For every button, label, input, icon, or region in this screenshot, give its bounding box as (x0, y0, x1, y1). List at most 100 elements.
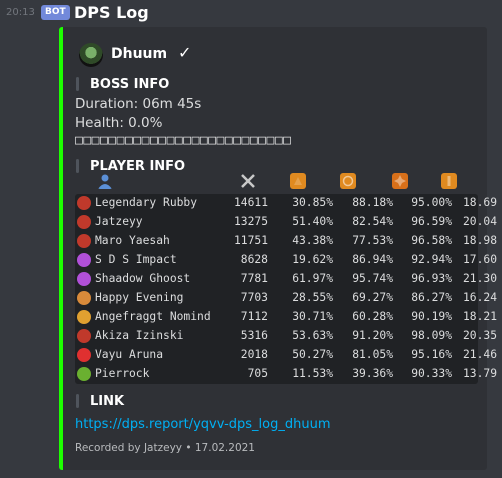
player-stat-1: 30.71% (292, 310, 333, 323)
player-stat-1: 19.62% (292, 253, 333, 266)
player-stat-2: 39.36% (352, 367, 393, 380)
player-name: S D S Impact (95, 253, 177, 266)
table-row: Vayu Aruna 2018 50.27% 81.05% 95.16% 21.46 (75, 346, 497, 365)
shield-icon (340, 173, 356, 189)
player-stat-4: 17.60 (462, 253, 497, 266)
player-dps: 705 (247, 367, 268, 380)
boss-duration: Duration: 06m 45s (75, 96, 202, 112)
player-stat-4: 20.35 (462, 329, 497, 342)
message-author[interactable]: DPS Log (74, 3, 149, 22)
embed-author-name: Dhuum (111, 46, 168, 62)
player-stat-4: 21.30 (462, 272, 497, 285)
player-stat-2: 91.20% (352, 329, 393, 342)
table-row: Jatzeyy 13275 51.40% 82.54% 96.59% 20.04 (75, 213, 497, 232)
player-dps: 14611 (233, 196, 268, 209)
player-stat-4: 20.04 (462, 215, 497, 228)
boss-health: Health: 0.0% (75, 115, 163, 131)
player-name: Vayu Aruna (95, 348, 164, 361)
player-dps: 7112 (240, 310, 268, 323)
player-name: Jatzeyy (95, 215, 143, 228)
player-stat-4: 18.21 (462, 310, 497, 323)
profession-icon (77, 234, 91, 248)
player-stat-2: 81.05% (352, 348, 393, 361)
player-stat-1: 61.97% (292, 272, 333, 285)
player-stat-3: 96.93% (411, 272, 452, 285)
embed-footer: Recorded by Jatzeyy • 17.02.2021 (75, 442, 255, 454)
player-stat-3: 95.16% (411, 348, 452, 361)
health-boxes: □□□□□□□□□□□□□□□□□□□□□□□□□□ (75, 133, 292, 148)
player-dps: 7781 (240, 272, 268, 285)
player-name: Legendary Rubby (95, 196, 198, 209)
burst-icon (392, 173, 408, 189)
player-stat-3: 95.00% (411, 196, 452, 209)
player-stat-4: 16.24 (462, 291, 497, 304)
player-stat-3: 98.09% (411, 329, 452, 342)
player-stat-1: 30.85% (292, 196, 333, 209)
player-name: Shaadow Ghoost (95, 272, 191, 285)
player-table: Legendary Rubby 14611 30.85% 88.18% 95.00% 18… (75, 194, 497, 384)
table-row: Happy Evening 7703 28.55% 69.27% 86.27% 16.24 (75, 289, 497, 308)
player-stat-3: 90.33% (411, 367, 452, 380)
speed-icon (290, 173, 306, 189)
player-stat-1: 50.27% (292, 348, 333, 361)
table-row: Legendary Rubby 14611 30.85% 88.18% 95.00% 18… (75, 194, 497, 213)
player-name: Happy Evening (95, 291, 184, 304)
player-stat-4: 21.46 (462, 348, 497, 361)
player-name: Angefraggt Nomind (95, 310, 211, 323)
player-stat-2: 82.54% (352, 215, 393, 228)
message-header: 20:13 BOT DPS Log (0, 0, 502, 28)
player-name: Maro Yaesah (95, 234, 170, 247)
profession-icon (77, 310, 91, 324)
profession-icon (77, 215, 91, 229)
player-stat-3: 96.58% (411, 234, 452, 247)
player-stat-1: 11.53% (292, 367, 333, 380)
profession-icon (77, 329, 91, 343)
player-dps: 13275 (233, 215, 268, 228)
player-dps: 2018 (240, 348, 268, 361)
check-icon: ✓ (178, 43, 192, 62)
boss-avatar-icon (79, 43, 103, 67)
link-bar (76, 394, 79, 408)
table-row: Shaadow Ghoost 7781 61.97% 95.74% 96.93% 21.3… (75, 270, 497, 289)
player-stat-1: 51.40% (292, 215, 333, 228)
player-stat-2: 86.94% (352, 253, 393, 266)
boss-info-title: BOSS INFO (90, 77, 170, 92)
link-title: LINK (90, 394, 125, 409)
player-stat-1: 28.55% (292, 291, 333, 304)
bot-tag: BOT (41, 5, 70, 20)
profession-icon (77, 348, 91, 362)
message-timestamp: 20:13 (6, 7, 35, 18)
player-stat-1: 53.63% (292, 329, 333, 342)
player-info-bar (76, 159, 79, 173)
table-row: S D S Impact 8628 19.62% 86.94% 92.94% 17.60 (75, 251, 497, 270)
player-stat-3: 96.59% (411, 215, 452, 228)
swords-icon (241, 174, 255, 188)
player-stat-2: 95.74% (352, 272, 393, 285)
player-stat-4: 18.98 (462, 234, 497, 247)
player-dps: 5316 (240, 329, 268, 342)
player-stat-3: 86.27% (411, 291, 452, 304)
player-stat-4: 18.69 (462, 196, 497, 209)
player-info-title: PLAYER INFO (90, 159, 186, 174)
player-stat-3: 92.94% (411, 253, 452, 266)
profession-icon (77, 367, 91, 381)
boss-info-bar (76, 77, 79, 91)
player-stat-3: 90.19% (411, 310, 452, 323)
player-stat-2: 69.27% (352, 291, 393, 304)
user-icon (98, 174, 112, 189)
dps-report-link[interactable]: https://dps.report/yqvv-dps_log_dhuum (75, 417, 331, 432)
profession-icon (77, 291, 91, 305)
player-stat-1: 43.38% (292, 234, 333, 247)
player-stat-2: 77.53% (352, 234, 393, 247)
player-dps: 11751 (233, 234, 268, 247)
player-stat-4: 13.79 (462, 367, 497, 380)
profession-icon (77, 253, 91, 267)
profession-icon (77, 196, 91, 210)
table-row: Angefraggt Nomind 7112 30.71% 60.28% 90.19% 1… (75, 308, 497, 327)
player-stat-2: 60.28% (352, 310, 393, 323)
player-name: Akiza Izinski (95, 329, 184, 342)
profession-icon (77, 272, 91, 286)
table-row: Akiza Izinski 5316 53.63% 91.20% 98.09% 20.35 (75, 327, 497, 346)
player-name: Pierrock (95, 367, 150, 380)
player-dps: 8628 (240, 253, 268, 266)
